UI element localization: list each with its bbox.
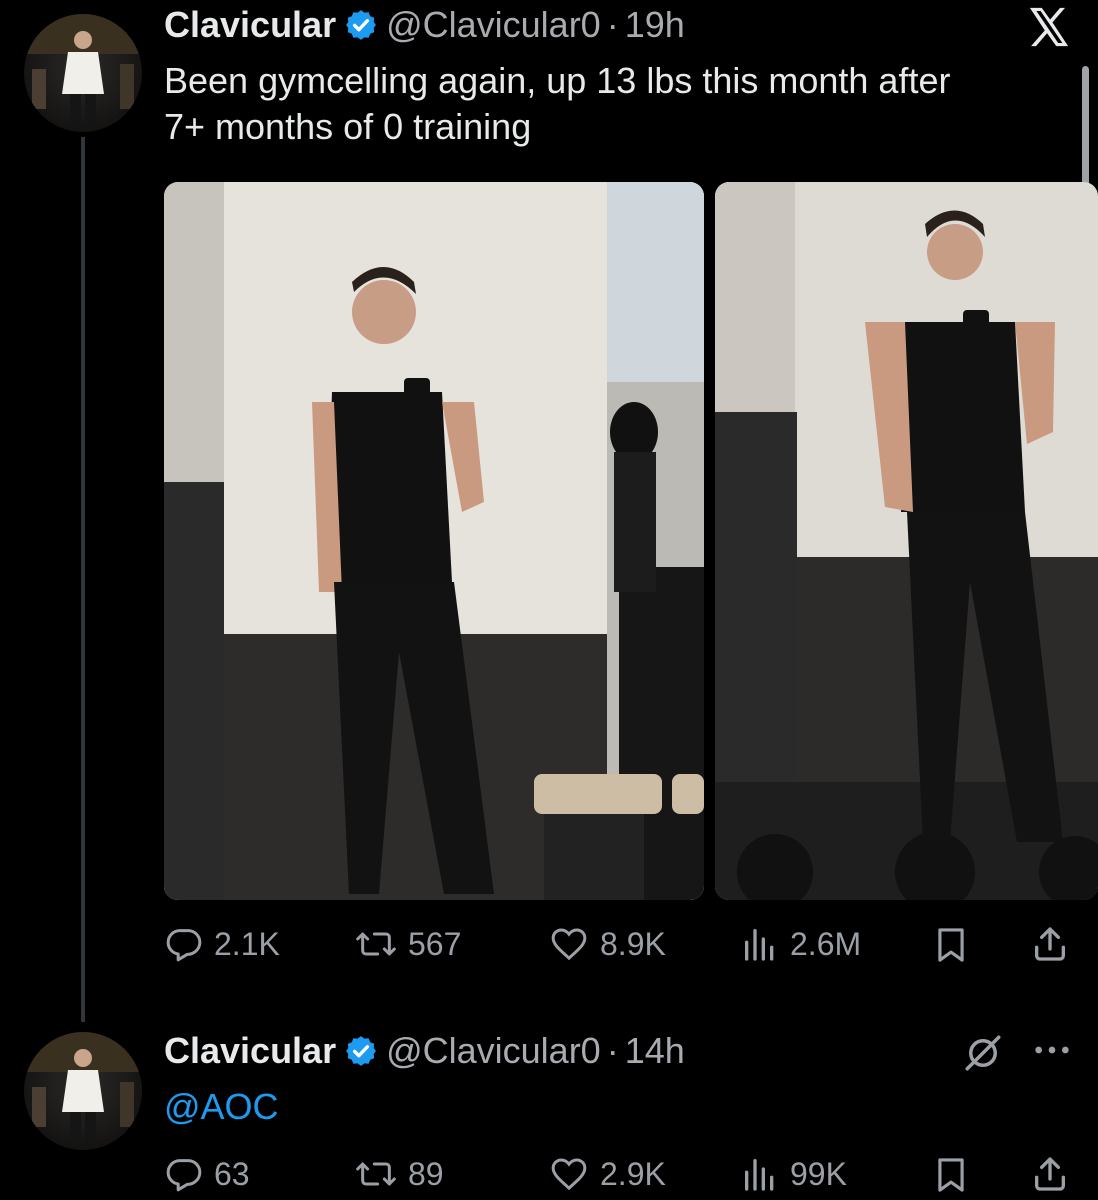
like-count: 2.9K [600, 1155, 666, 1192]
more-icon[interactable] [1032, 1040, 1072, 1060]
reply-button[interactable]: 2.1K [164, 924, 280, 964]
handle[interactable]: @Clavicular0 [386, 1030, 601, 1072]
avatar-image [24, 14, 142, 126]
repost-count: 89 [408, 1155, 444, 1192]
like-icon [551, 1158, 587, 1191]
share-icon[interactable] [1030, 1154, 1070, 1194]
like-icon [551, 928, 587, 961]
like-count: 8.9K [600, 925, 666, 962]
avatar[interactable] [24, 14, 142, 132]
media-photo-2[interactable] [715, 182, 1098, 900]
tweet-text: Been gymcelling again, up 13 lbs this mo… [164, 58, 950, 150]
views-icon [745, 929, 774, 961]
timestamp[interactable]: 19h [625, 4, 685, 46]
x-logo-icon[interactable] [1026, 6, 1072, 48]
repost-icon [356, 932, 396, 956]
display-name[interactable]: Clavicular [164, 1030, 336, 1072]
views-count: 2.6M [790, 925, 862, 962]
reply-icon [166, 1159, 202, 1192]
avatar-image [24, 1032, 142, 1144]
reply-count: 63 [214, 1155, 250, 1192]
gym-mirror-selfie-photo-2 [715, 182, 1098, 900]
display-name[interactable]: Clavicular [164, 4, 336, 46]
verified-badge-icon [346, 1036, 376, 1066]
verified-badge-icon [346, 10, 376, 40]
handle[interactable]: @Clavicular0 [386, 4, 601, 46]
gym-mirror-selfie-photo [164, 182, 704, 900]
views-count: 99K [790, 1155, 847, 1192]
tweet-text-line-2: 7+ months of 0 training [164, 106, 532, 147]
share-icon[interactable] [1030, 924, 1070, 964]
grok-slash-icon[interactable] [962, 1032, 1004, 1074]
repost-button[interactable]: 567 [354, 924, 461, 964]
bookmark-icon[interactable] [932, 926, 970, 964]
repost-icon [356, 1162, 396, 1186]
reply-button[interactable]: 63 [164, 1154, 250, 1194]
thread-connector-line [81, 137, 85, 1022]
media-photo-1[interactable] [164, 182, 704, 900]
tweet-text: @AOC [164, 1084, 279, 1130]
separator-dot: · [606, 4, 619, 45]
tweet-header: Clavicular @Clavicular0 · 14h [164, 1030, 685, 1072]
like-button[interactable]: 8.9K [548, 924, 666, 964]
repost-count: 567 [408, 925, 462, 962]
timestamp[interactable]: 14h [625, 1030, 685, 1072]
like-button[interactable]: 2.9K [548, 1154, 666, 1194]
avatar[interactable] [24, 1032, 142, 1150]
separator-dot: · [606, 1030, 619, 1071]
bookmark-icon[interactable] [932, 1156, 970, 1194]
tweet-text-line-1: Been gymcelling again, up 13 lbs this mo… [164, 60, 951, 101]
mention-link[interactable]: @AOC [164, 1086, 279, 1127]
views-button[interactable]: 2.6M [740, 924, 861, 964]
views-icon [745, 1159, 774, 1191]
reply-count: 2.1K [214, 925, 280, 962]
repost-button[interactable]: 89 [354, 1154, 444, 1194]
views-button[interactable]: 99K [740, 1154, 847, 1194]
reply-icon [166, 929, 202, 962]
tweet-header: Clavicular @Clavicular0 · 19h [164, 4, 685, 46]
